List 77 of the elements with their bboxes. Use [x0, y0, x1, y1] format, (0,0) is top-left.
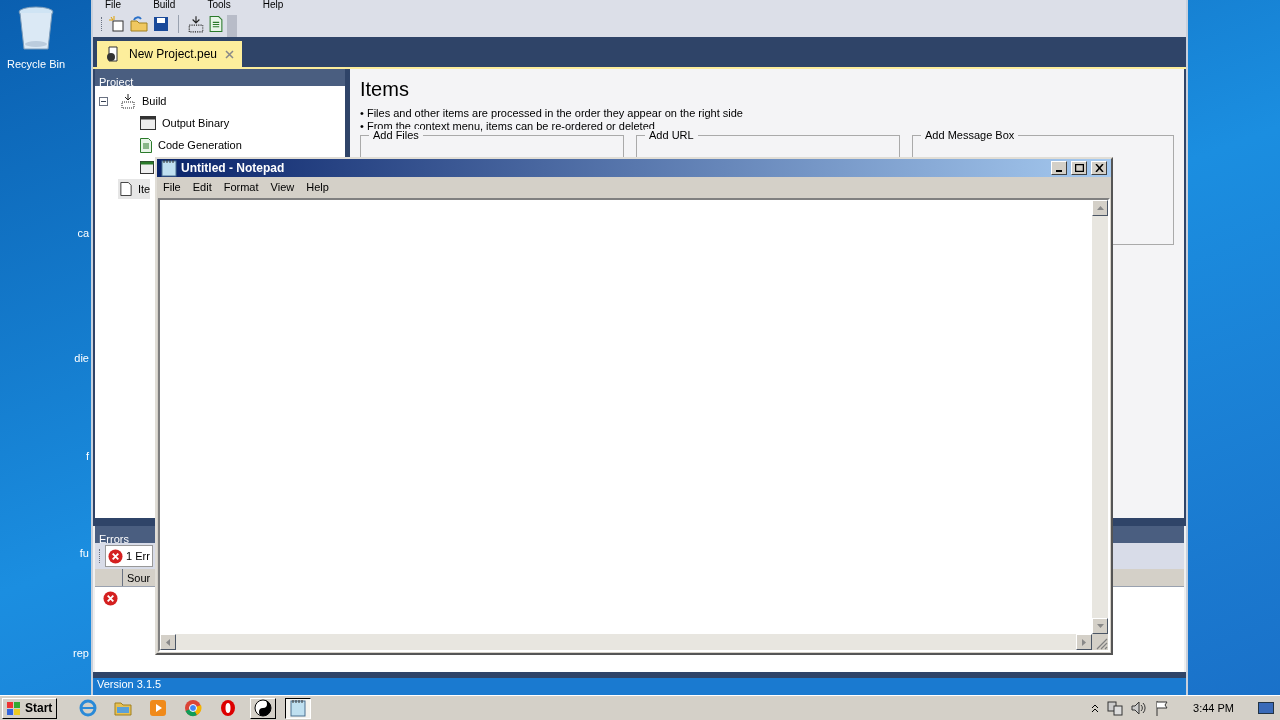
menu-item[interactable]: View	[270, 178, 295, 196]
scroll-down-arrow-icon[interactable]	[1096, 624, 1104, 628]
folder-icon	[114, 700, 133, 716]
document-tab[interactable]: New Project.peu	[97, 41, 243, 67]
network-icon[interactable]	[1107, 700, 1124, 716]
window-title: Untitled - Notepad	[181, 160, 286, 177]
windows-logo-icon	[7, 701, 21, 715]
show-desktop-icon[interactable]	[1258, 702, 1274, 714]
tree-item[interactable]: Code Generation	[138, 135, 242, 155]
group-box-label: Add Message Box	[921, 129, 1019, 141]
tree-item[interactable]: Ite	[118, 179, 151, 199]
tree-item[interactable]: Output Binary	[138, 113, 230, 133]
group-box-label: Add URL	[645, 129, 698, 141]
panel-title: Errors	[98, 533, 129, 545]
tab-label: New Project.peu	[129, 46, 218, 63]
tree-item-label: Code Generation	[158, 137, 242, 153]
notepad-icon	[290, 699, 307, 717]
vertical-scrollbar[interactable]	[1092, 200, 1108, 634]
notepad-icon	[161, 159, 177, 177]
desktop-icon-label[interactable]: die	[74, 350, 89, 367]
document-icon[interactable]	[209, 15, 223, 32]
scroll-left-arrow-icon[interactable]	[166, 638, 170, 646]
taskbar-app-button[interactable]	[285, 697, 312, 719]
maximize-icon[interactable]	[1071, 161, 1087, 175]
open-folder-icon[interactable]	[130, 14, 148, 33]
error-icon	[103, 591, 118, 606]
start-button[interactable]: Start	[2, 697, 58, 719]
group-box-label: Add Files	[369, 129, 423, 141]
collapse-icon[interactable]	[99, 96, 108, 106]
resize-grip-icon[interactable]	[1096, 638, 1108, 650]
desktop-icon-label[interactable]: rep	[73, 645, 89, 662]
tree-item-label: Output Binary	[162, 115, 230, 131]
speaker-icon[interactable]	[1131, 700, 1148, 716]
browser-icon	[79, 699, 98, 717]
build-icon	[120, 93, 136, 109]
status-text: Version 3.1.5	[96, 678, 162, 691]
recycle-bin-icon[interactable]	[17, 6, 55, 52]
menu-item[interactable]: Build	[153, 0, 176, 10]
desktop-icon-label[interactable]: ca	[77, 225, 89, 242]
chrome-icon	[184, 699, 203, 717]
error-icon	[108, 548, 123, 564]
yin-yang-icon	[254, 699, 273, 717]
save-icon[interactable]	[152, 14, 170, 33]
project-file-icon	[105, 46, 121, 62]
desktop-icon-label[interactable]: fu	[79, 545, 89, 562]
error-filter-button[interactable]: 1 Err	[105, 545, 153, 567]
page-title: Items	[360, 77, 410, 101]
window-icon	[140, 116, 156, 130]
menu-item[interactable]: Help	[306, 178, 329, 196]
media-player-icon	[149, 699, 168, 717]
column-header[interactable]: Sour	[123, 569, 153, 586]
tree-item[interactable]: Build	[118, 91, 167, 111]
menu-item[interactable]: Tools	[207, 0, 231, 10]
menu-item[interactable]: Help	[262, 0, 284, 10]
menu-item[interactable]: Format	[223, 178, 259, 196]
tree-item-label: Ite	[138, 181, 151, 197]
clock[interactable]: 3:44 PM	[1193, 699, 1234, 717]
tree-item-label: Build	[142, 93, 167, 109]
panel-title: Project	[98, 76, 134, 88]
scroll-right-arrow-icon[interactable]	[1082, 638, 1086, 646]
page-icon	[120, 182, 132, 196]
menu-item[interactable]: Edit	[192, 178, 212, 196]
console-icon	[140, 160, 154, 174]
flag-icon[interactable]	[1155, 700, 1170, 716]
new-file-icon[interactable]	[108, 14, 126, 33]
build-icon[interactable]	[187, 14, 205, 33]
scroll-up-arrow-icon[interactable]	[1096, 206, 1104, 210]
minimize-icon[interactable]	[1051, 161, 1067, 175]
menu-item[interactable]: File	[105, 0, 122, 10]
chevron-up-icon[interactable]	[1091, 703, 1100, 713]
horizontal-scrollbar[interactable]	[160, 634, 1092, 650]
document-icon	[140, 137, 152, 153]
opera-icon	[219, 699, 238, 717]
menu-item[interactable]: File	[163, 178, 181, 196]
desktop-icon-label[interactable]: f	[85, 448, 89, 465]
desktop-icon-label[interactable]: Recycle Bin	[6, 56, 66, 73]
info-bullet: • Files and other items are processed in the order they appear on the right side	[360, 107, 744, 120]
